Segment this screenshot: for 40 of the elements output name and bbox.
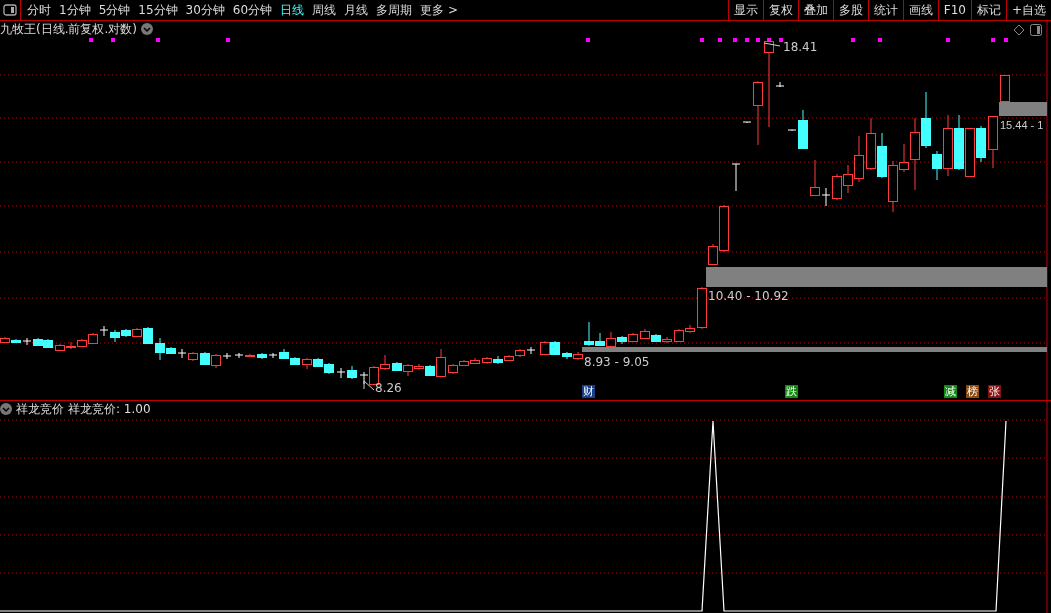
price-label: 18.41 <box>783 40 818 54</box>
price-band <box>999 102 1047 116</box>
chart-title: 九牧王(日线.前复权.对数) <box>0 22 137 36</box>
indicator-reading: 祥龙竞价: 1.00 <box>68 402 151 416</box>
toolbar-button[interactable]: F10 <box>937 0 971 20</box>
panel-toggle-icon[interactable] <box>1030 24 1042 36</box>
toolbar-button[interactable]: 复权 <box>762 0 798 20</box>
period-tab[interactable]: 更多 > <box>416 1 462 19</box>
toolbar-button[interactable]: 标记 <box>970 0 1006 20</box>
dropdown-icon[interactable] <box>141 23 153 35</box>
price-label: 8.26 <box>375 381 402 395</box>
toolbar-button[interactable]: 画线 <box>902 0 938 20</box>
period-tab[interactable]: 60分钟 <box>228 1 277 19</box>
period-tab[interactable]: 月线 <box>340 1 373 19</box>
toolbar-button[interactable]: 叠加 <box>797 0 833 20</box>
period-tab[interactable]: 日线 <box>276 1 309 19</box>
pointer-arrow <box>363 380 375 391</box>
period-tab[interactable]: 多周期 <box>372 1 417 19</box>
period-tab[interactable]: 分时 <box>23 1 55 19</box>
panel-toggle-icon[interactable] <box>3 4 17 16</box>
event-marker[interactable]: 跌 <box>785 385 798 398</box>
period-tab[interactable]: 5分钟 <box>94 1 135 19</box>
period-tab[interactable]: 周线 <box>308 1 341 19</box>
period-tab[interactable]: 30分钟 <box>181 1 229 19</box>
period-tab[interactable]: 15分钟 <box>134 1 182 19</box>
event-marker[interactable]: 张 <box>988 385 1001 398</box>
price-label: 8.93 - 9.05 <box>584 355 650 369</box>
event-marker[interactable]: 减 <box>944 385 957 398</box>
toolbar-button[interactable]: 统计 <box>867 0 903 20</box>
price-label: 10.40 - 10.92 <box>708 289 789 303</box>
event-marker[interactable]: 榜 <box>966 385 979 398</box>
diamond-icon[interactable] <box>1013 24 1025 36</box>
price-label: 15.44 - 1 <box>1000 119 1044 131</box>
indicator-name: 祥龙竞价 <box>16 402 64 416</box>
event-marker[interactable]: 财 <box>582 385 595 398</box>
toolbar-button[interactable]: +自选 <box>1005 0 1051 20</box>
toolbar-button[interactable]: 显示 <box>727 0 763 20</box>
dropdown-icon[interactable] <box>0 403 12 415</box>
period-tab[interactable]: 1分钟 <box>55 1 95 19</box>
toolbar-button[interactable]: 多股 <box>832 0 868 20</box>
